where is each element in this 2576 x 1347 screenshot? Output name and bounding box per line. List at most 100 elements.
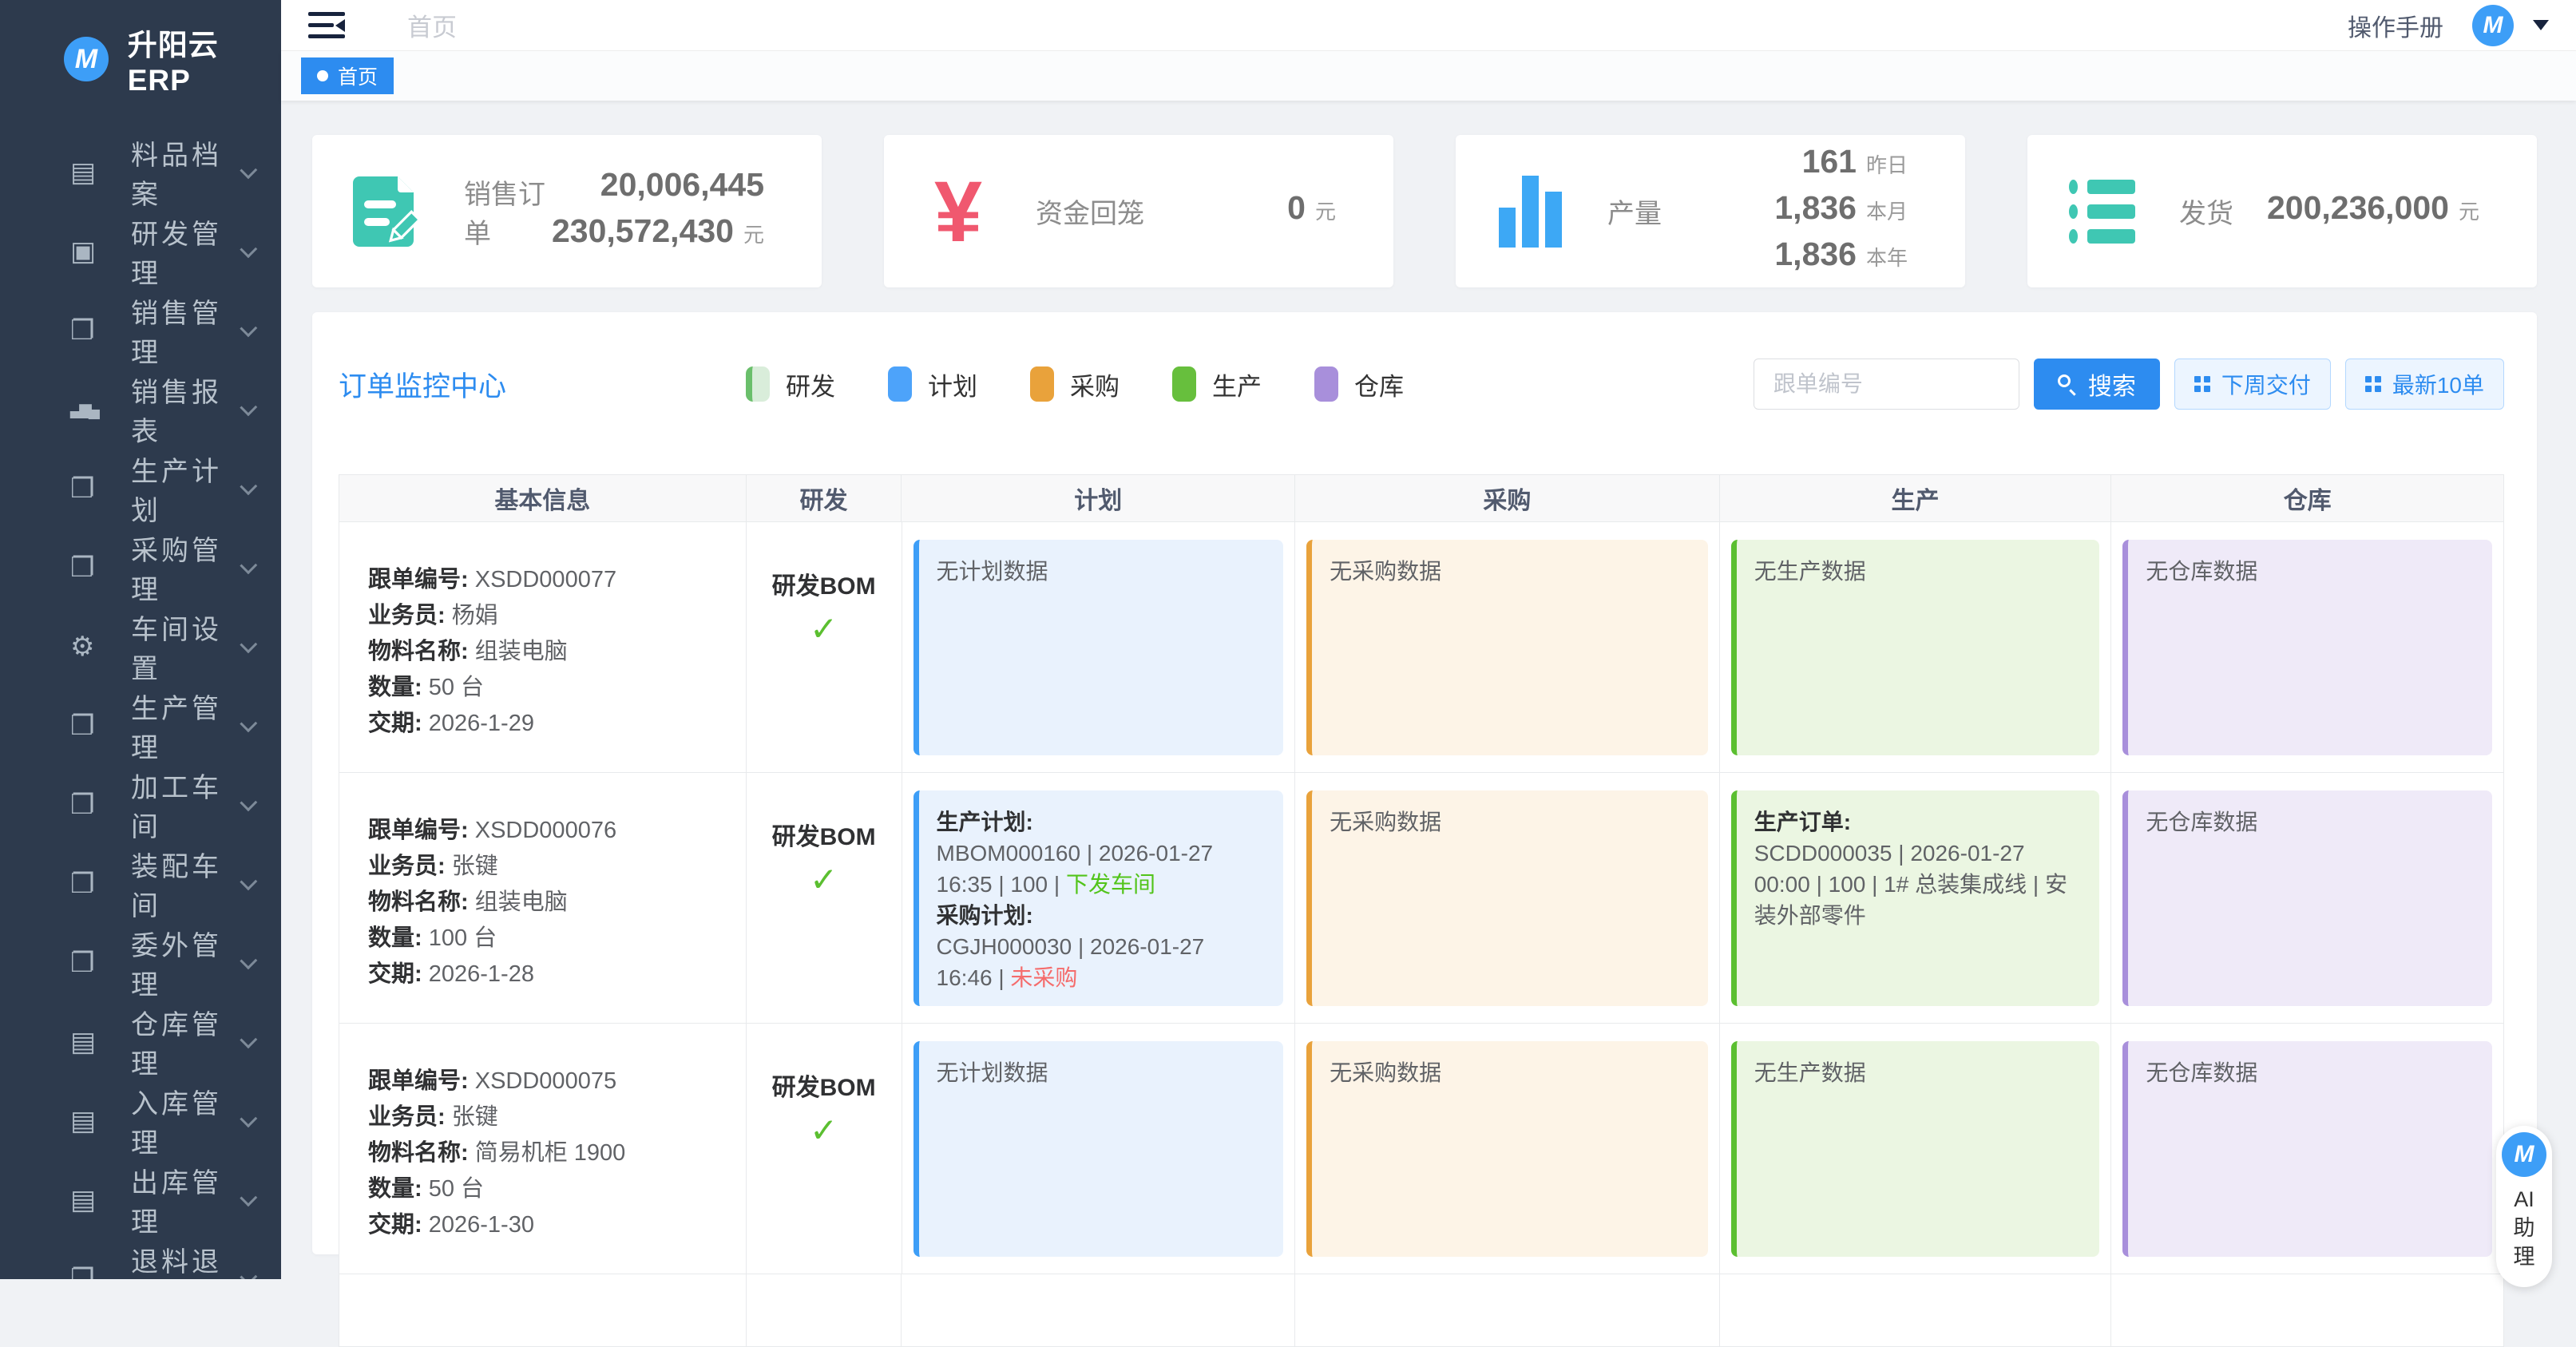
info-line: 交期: 2026-1-29: [368, 706, 730, 742]
production-status-panel: 无生产数据: [1731, 1041, 2100, 1257]
book-icon: ▤: [70, 1184, 112, 1216]
chevron-down-icon: [240, 477, 258, 495]
main-area: 首页 操作手册 M 首页: [281, 0, 2576, 1279]
chart-icon: ▃▆▄: [70, 399, 112, 419]
legend-chip-icon: [888, 366, 912, 402]
stat-values: 20,006,445230,572,430元: [552, 165, 764, 258]
sidebar-item-label: 销售管理: [131, 291, 240, 370]
app-title: 升阳云ERP: [128, 21, 281, 97]
sidebar-item-车间设置[interactable]: ⚙车间设置: [0, 607, 281, 686]
chevron-down-icon: [240, 398, 258, 416]
top-navbar: 首页 操作手册 M: [281, 0, 2576, 51]
warehouse-status-panel: 无仓库数据: [2122, 790, 2492, 1006]
next-week-delivery-button[interactable]: 下周交付: [2174, 359, 2331, 410]
production-cell: 生产订单:SCDD000035 | 2026-01-27 00:00 | 100…: [1720, 773, 2112, 1023]
info-line: 业务员: 杨娟: [368, 598, 730, 634]
search-input[interactable]: [1754, 359, 2019, 410]
sidebar-item-label: 仓库管理: [131, 1003, 240, 1081]
sidebar-item-委外管理[interactable]: ❐委外管理: [0, 923, 281, 1002]
info-line: 业务员: 张键: [368, 1099, 730, 1135]
chevron-down-icon: [240, 1268, 258, 1279]
sidebar-item-label: 装配车间: [131, 845, 240, 923]
order-table: 基本信息 研发 计划 采购 生产 仓库 跟单编号: XSDD000077业务员:…: [339, 474, 2504, 1347]
avatar[interactable]: M: [2472, 5, 2514, 46]
sidebar-item-生产管理[interactable]: ❐生产管理: [0, 686, 281, 765]
sidebar-item-采购管理[interactable]: ❐采购管理: [0, 528, 281, 607]
info-line: 数量: 100 台: [368, 921, 730, 957]
production-cell: 无生产数据: [1720, 522, 2112, 772]
chevron-down-icon: [240, 1110, 258, 1127]
rd-bom-label: 研发BOM: [747, 1068, 902, 1103]
latest-10-orders-button[interactable]: 最新10单: [2345, 359, 2504, 410]
sidebar-item-销售报表[interactable]: ▃▆▄销售报表: [0, 370, 281, 449]
ai-assistant-button[interactable]: M AI 助理: [2496, 1126, 2552, 1287]
copy-icon: ❐: [70, 315, 112, 347]
copy-icon: ❐: [70, 552, 112, 584]
app-logo-icon: M: [64, 37, 109, 81]
sidebar-item-label: 出库管理: [131, 1161, 240, 1239]
info-line: 数量: 50 台: [368, 1171, 730, 1207]
book-icon: ▤: [70, 1105, 112, 1137]
sidebar-item-退料退货[interactable]: ❐退料退货: [0, 1239, 281, 1279]
sidebar-item-加工车间[interactable]: ❐加工车间: [0, 765, 281, 844]
warehouse-cell: 无仓库数据: [2111, 1024, 2503, 1274]
chevron-down-icon[interactable]: [2533, 20, 2549, 30]
app-logo[interactable]: M 升阳云ERP: [0, 0, 281, 97]
legend-chip-icon: [746, 366, 770, 402]
chevron-down-icon: [240, 952, 258, 969]
stat-value-line: 230,572,430元: [552, 212, 764, 258]
legend-item-仓库: 仓库: [1314, 366, 1404, 402]
warehouse-status-panel: 无仓库数据: [2122, 540, 2492, 755]
warehouse-cell: 无仓库数据: [2111, 522, 2503, 772]
sidebar-item-销售管理[interactable]: ❐ 销售管理: [0, 291, 281, 370]
order-basic-info: 跟单编号: XSDD000075业务员: 张键物料名称: 简易机柜 1900数量…: [339, 1024, 747, 1274]
sidebar-item-label: 料品档案: [131, 133, 240, 212]
info-line: 物料名称: 简易机柜 1900: [368, 1135, 730, 1171]
stat-label: 销售订单: [464, 172, 552, 251]
purchase-status-panel: 无采购数据: [1306, 540, 1708, 755]
stat-values: 0元: [1287, 188, 1336, 235]
sidebar-item-入库管理[interactable]: ▤入库管理: [0, 1081, 281, 1160]
status-legend: 研发计划采购生产仓库: [746, 366, 1404, 402]
chevron-down-icon: [240, 557, 258, 574]
ai-assistant-icon: M: [2502, 1132, 2546, 1177]
table-row: 跟单编号: XSDD000076业务员: 张键物料名称: 组装电脑数量: 100…: [339, 773, 2503, 1024]
check-icon: ✓: [747, 860, 902, 899]
plan-cell: 生产计划:MBOM000160 | 2026-01-27 16:35 | 100…: [902, 773, 1296, 1023]
legend-chip-icon: [1314, 366, 1338, 402]
collapse-menu-icon[interactable]: [308, 12, 345, 39]
breadcrumb[interactable]: 首页: [407, 7, 457, 43]
chevron-down-icon: [240, 794, 258, 811]
chevron-down-icon: [240, 636, 258, 653]
info-line: 物料名称: 组装电脑: [368, 885, 730, 921]
search-icon: [2058, 374, 2077, 394]
sidebar: M 升阳云ERP ▤料品档案▣研发管理❐销售管理▃▆▄销售报表❐生产计划❐采购管…: [0, 0, 281, 1279]
sidebar-item-装配车间[interactable]: ❐装配车间: [0, 844, 281, 923]
list-icon: [2068, 180, 2135, 244]
sidebar-item-研发管理[interactable]: ▣研发管理: [0, 212, 281, 291]
col-header: 计划: [902, 475, 1295, 521]
sidebar-item-仓库管理[interactable]: ▤仓库管理: [0, 1002, 281, 1081]
chevron-down-icon: [240, 161, 258, 179]
sidebar-item-料品档案[interactable]: ▤料品档案: [0, 133, 281, 212]
copy-icon: ❐: [70, 473, 112, 505]
sidebar-item-生产计划[interactable]: ❐生产计划: [0, 449, 281, 528]
table-row: 跟单编号: XSDD000075业务员: 张键物料名称: 简易机柜 1900数量…: [339, 1024, 2503, 1274]
sidebar-item-出库管理[interactable]: ▤ 出库管理: [0, 1160, 281, 1239]
legend-item-研发: 研发: [746, 366, 835, 402]
plan-cell: 无计划数据: [902, 1024, 1296, 1274]
order-basic-info: 跟单编号: XSDD000077业务员: 杨娟物料名称: 组装电脑数量: 50 …: [339, 522, 747, 772]
legend-item-计划: 计划: [888, 366, 977, 402]
tab-home[interactable]: 首页: [301, 57, 394, 94]
rd-cell: 研发BOM✓: [747, 522, 902, 772]
search-button[interactable]: 搜索: [2034, 359, 2160, 410]
manual-link[interactable]: 操作手册: [2348, 8, 2443, 43]
stat-value-line: 1,836本月: [1774, 188, 1908, 235]
plan-cell: 无计划数据: [902, 522, 1296, 772]
legend-item-采购: 采购: [1030, 366, 1120, 402]
purchase-cell: 无采购数据: [1295, 1024, 1720, 1274]
tab-bar: 首页: [281, 51, 2576, 101]
sidebar-item-label: 退料退货: [131, 1240, 240, 1280]
copy-icon: ❐: [70, 789, 112, 821]
yen-icon: ¥: [925, 168, 992, 255]
